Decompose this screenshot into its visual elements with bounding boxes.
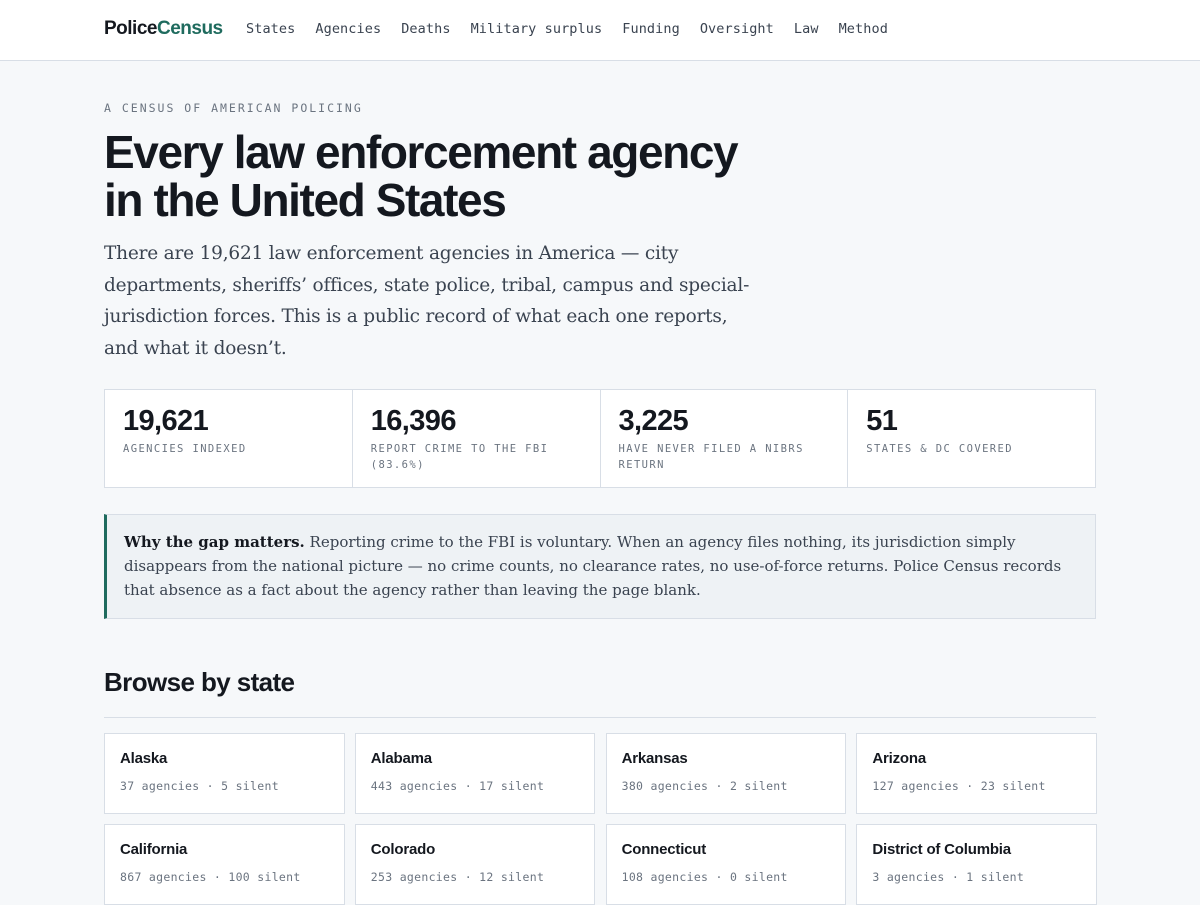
nav-link-law[interactable]: Law [794,21,819,37]
stat-label: AGENCIES INDEXED [123,443,247,455]
state-grid: Alaska 37 agencies · 5 silent Alabama 44… [104,733,1097,905]
state-card-connecticut[interactable]: Connecticut 108 agencies · 0 silent [605,824,847,905]
stat-never-filed: 3,225 HAVE NEVER FILED A NIBRS RETURN [601,390,849,487]
page-title: Every law enforcement agency in the Unit… [104,126,739,226]
nav-link-agencies[interactable]: Agencies [315,21,381,37]
stat-value: 16,396 [370,405,457,437]
stat-agencies-indexed: 19,621 AGENCIES INDEXED [105,390,353,487]
state-name: District of Columbia [872,841,1011,858]
stat-label: HAVE NEVER FILED A NIBRS RETURN [618,443,804,471]
state-meta: 380 agencies · 2 silent [621,779,788,793]
state-name: Arizona [872,750,926,767]
state-meta: 3 agencies · 1 silent [872,870,1025,884]
state-name: Colorado [370,841,436,858]
state-name: Alabama [370,750,432,767]
state-name: Alaska [120,750,168,767]
stat-report-to-fbi: 16,396 REPORT CRIME TO THE FBI (83.6%) [353,390,601,487]
state-card-california[interactable]: California 867 agencies · 100 silent [104,824,345,905]
state-meta: 37 agencies · 5 silent [120,779,279,793]
hero-lede: There are 19,621 law enforcement agencie… [104,243,750,359]
stat-label: STATES & DC COVERED [866,443,1013,455]
state-meta: 108 agencies · 0 silent [621,870,788,884]
state-name: Arkansas [621,750,688,767]
state-card-alaska[interactable]: Alaska 37 agencies · 5 silent [104,733,345,814]
state-meta: 253 agencies · 12 silent [370,870,545,884]
state-meta: 867 agencies · 100 silent [120,870,301,884]
stat-label: REPORT CRIME TO THE FBI (83.6%) [370,443,549,471]
nav-link-military-surplus[interactable]: Military surplus [471,21,603,37]
main-nav: States Agencies Deaths Military surplus … [246,21,908,37]
gap-callout: Why the gap matters. Reporting crime to … [104,514,1096,619]
state-card-colorado[interactable]: Colorado 253 agencies · 12 silent [354,824,596,905]
state-card-alabama[interactable]: Alabama 443 agencies · 17 silent [354,733,596,814]
top-bar: PoliceCensus States Agencies Deaths Mili… [0,0,1200,61]
section-divider [104,717,1096,718]
state-meta: 127 agencies · 23 silent [872,779,1046,793]
nav-link-method[interactable]: Method [839,21,888,37]
stats-panel: 19,621 AGENCIES INDEXED 16,396 REPORT CR… [104,389,1096,488]
logo-part-1: Police [104,18,157,39]
nav-link-funding[interactable]: Funding [622,21,680,37]
stat-value: 3,225 [618,405,689,437]
state-card-district-of-columbia[interactable]: District of Columbia 3 agencies · 1 sile… [856,824,1097,905]
state-card-arizona[interactable]: Arizona 127 agencies · 23 silent [856,733,1097,814]
callout-lead: Why the gap matters. [124,533,305,551]
hero-kicker: A CENSUS OF AMERICAN POLICING [104,101,363,115]
stat-value: 51 [866,405,898,437]
nav-link-states[interactable]: States [246,21,295,37]
state-card-arkansas[interactable]: Arkansas 380 agencies · 2 silent [605,733,847,814]
stat-value: 19,621 [123,405,209,437]
state-name: California [120,841,188,858]
stat-states-covered: 51 STATES & DC COVERED [848,390,1095,487]
browse-section-title: Browse by state [104,667,295,697]
logo-part-2: Census [156,18,223,39]
site-logo[interactable]: PoliceCensus [104,18,223,40]
nav-link-oversight[interactable]: Oversight [700,21,774,37]
state-name: Connecticut [621,841,707,858]
nav-link-deaths[interactable]: Deaths [401,21,450,37]
state-meta: 443 agencies · 17 silent [370,779,545,793]
